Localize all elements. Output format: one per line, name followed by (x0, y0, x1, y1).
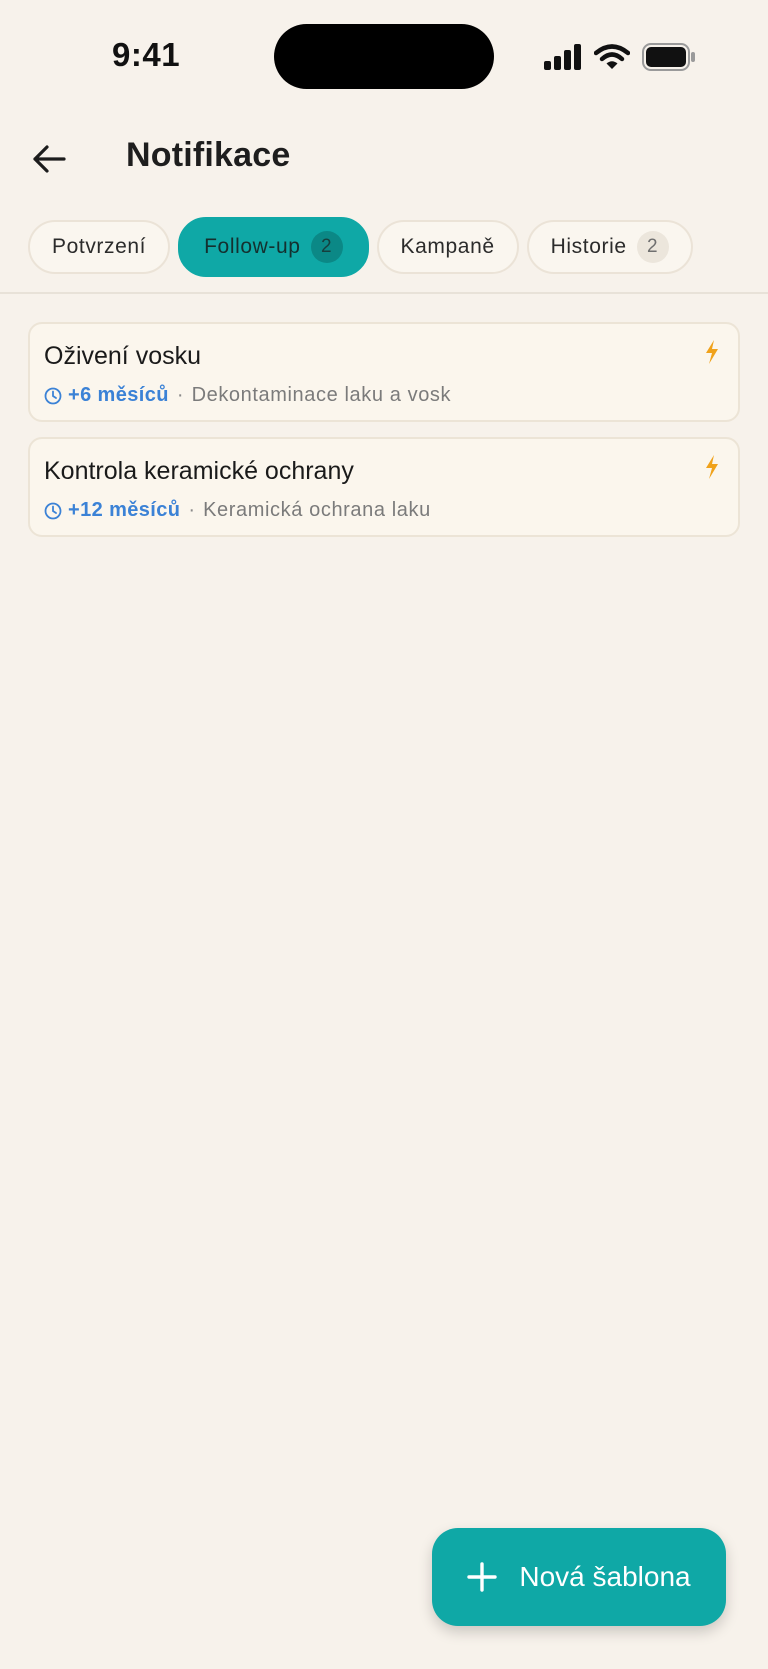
lightning-bolt-icon (706, 455, 718, 479)
tab-potvrzeni[interactable]: Potvrzení (28, 220, 171, 274)
clock-icon (44, 387, 62, 404)
service-name: Dekontaminace laku a vosk (191, 384, 452, 406)
tab-label: Potvrzení (52, 235, 147, 258)
template-card[interactable]: Oživení vosku +6 měsíců · Dekontaminace … (28, 322, 740, 422)
tab-historie[interactable]: Historie 2 (526, 220, 693, 274)
divider (0, 292, 768, 294)
wifi-icon (594, 44, 630, 69)
battery-icon (642, 43, 695, 71)
interval-label: +6 měsíců (68, 384, 169, 406)
new-template-label: Nová šablona (519, 1561, 691, 1592)
lightning-bolt-icon (706, 340, 718, 364)
template-meta: +6 měsíců · Dekontaminace laku a vosk (44, 384, 451, 407)
template-card[interactable]: Kontrola keramické ochrany +12 měsíců · … (28, 437, 740, 537)
clock-icon (44, 502, 62, 519)
separator: · (188, 499, 196, 521)
arrow-left-icon (33, 145, 66, 173)
status-time: 9:41 (112, 36, 181, 73)
status-icons (544, 40, 696, 74)
header: Notifikace (0, 120, 768, 200)
count-badge: 2 (636, 231, 669, 263)
dynamic-island (274, 24, 494, 89)
separator: · (176, 384, 184, 406)
interval-label: +12 měsíců (68, 499, 181, 521)
tab-bar: Potvrzení Follow-up 2 Kampaně Historie 2 (28, 217, 693, 278)
service-name: Keramická ochrana laku (203, 499, 431, 521)
count-badge: 2 (310, 231, 343, 263)
plus-icon (467, 1562, 498, 1592)
tab-kampane[interactable]: Kampaně (376, 220, 519, 274)
back-button[interactable] (26, 136, 72, 182)
page-title: Notifikace (126, 136, 291, 174)
status-bar: 9:41 (0, 0, 768, 112)
tab-follow-up[interactable]: Follow-up 2 (178, 217, 369, 277)
cellular-signal-icon (544, 44, 581, 70)
tab-label: Follow-up (204, 235, 301, 258)
new-template-button[interactable]: Nová šablona (432, 1528, 726, 1626)
template-title: Oživení vosku (44, 342, 202, 370)
tab-label: Historie (550, 235, 627, 258)
tab-label: Kampaně (400, 235, 495, 258)
template-title: Kontrola keramické ochrany (44, 457, 354, 485)
template-meta: +12 měsíců · Keramická ochrana laku (44, 499, 431, 522)
